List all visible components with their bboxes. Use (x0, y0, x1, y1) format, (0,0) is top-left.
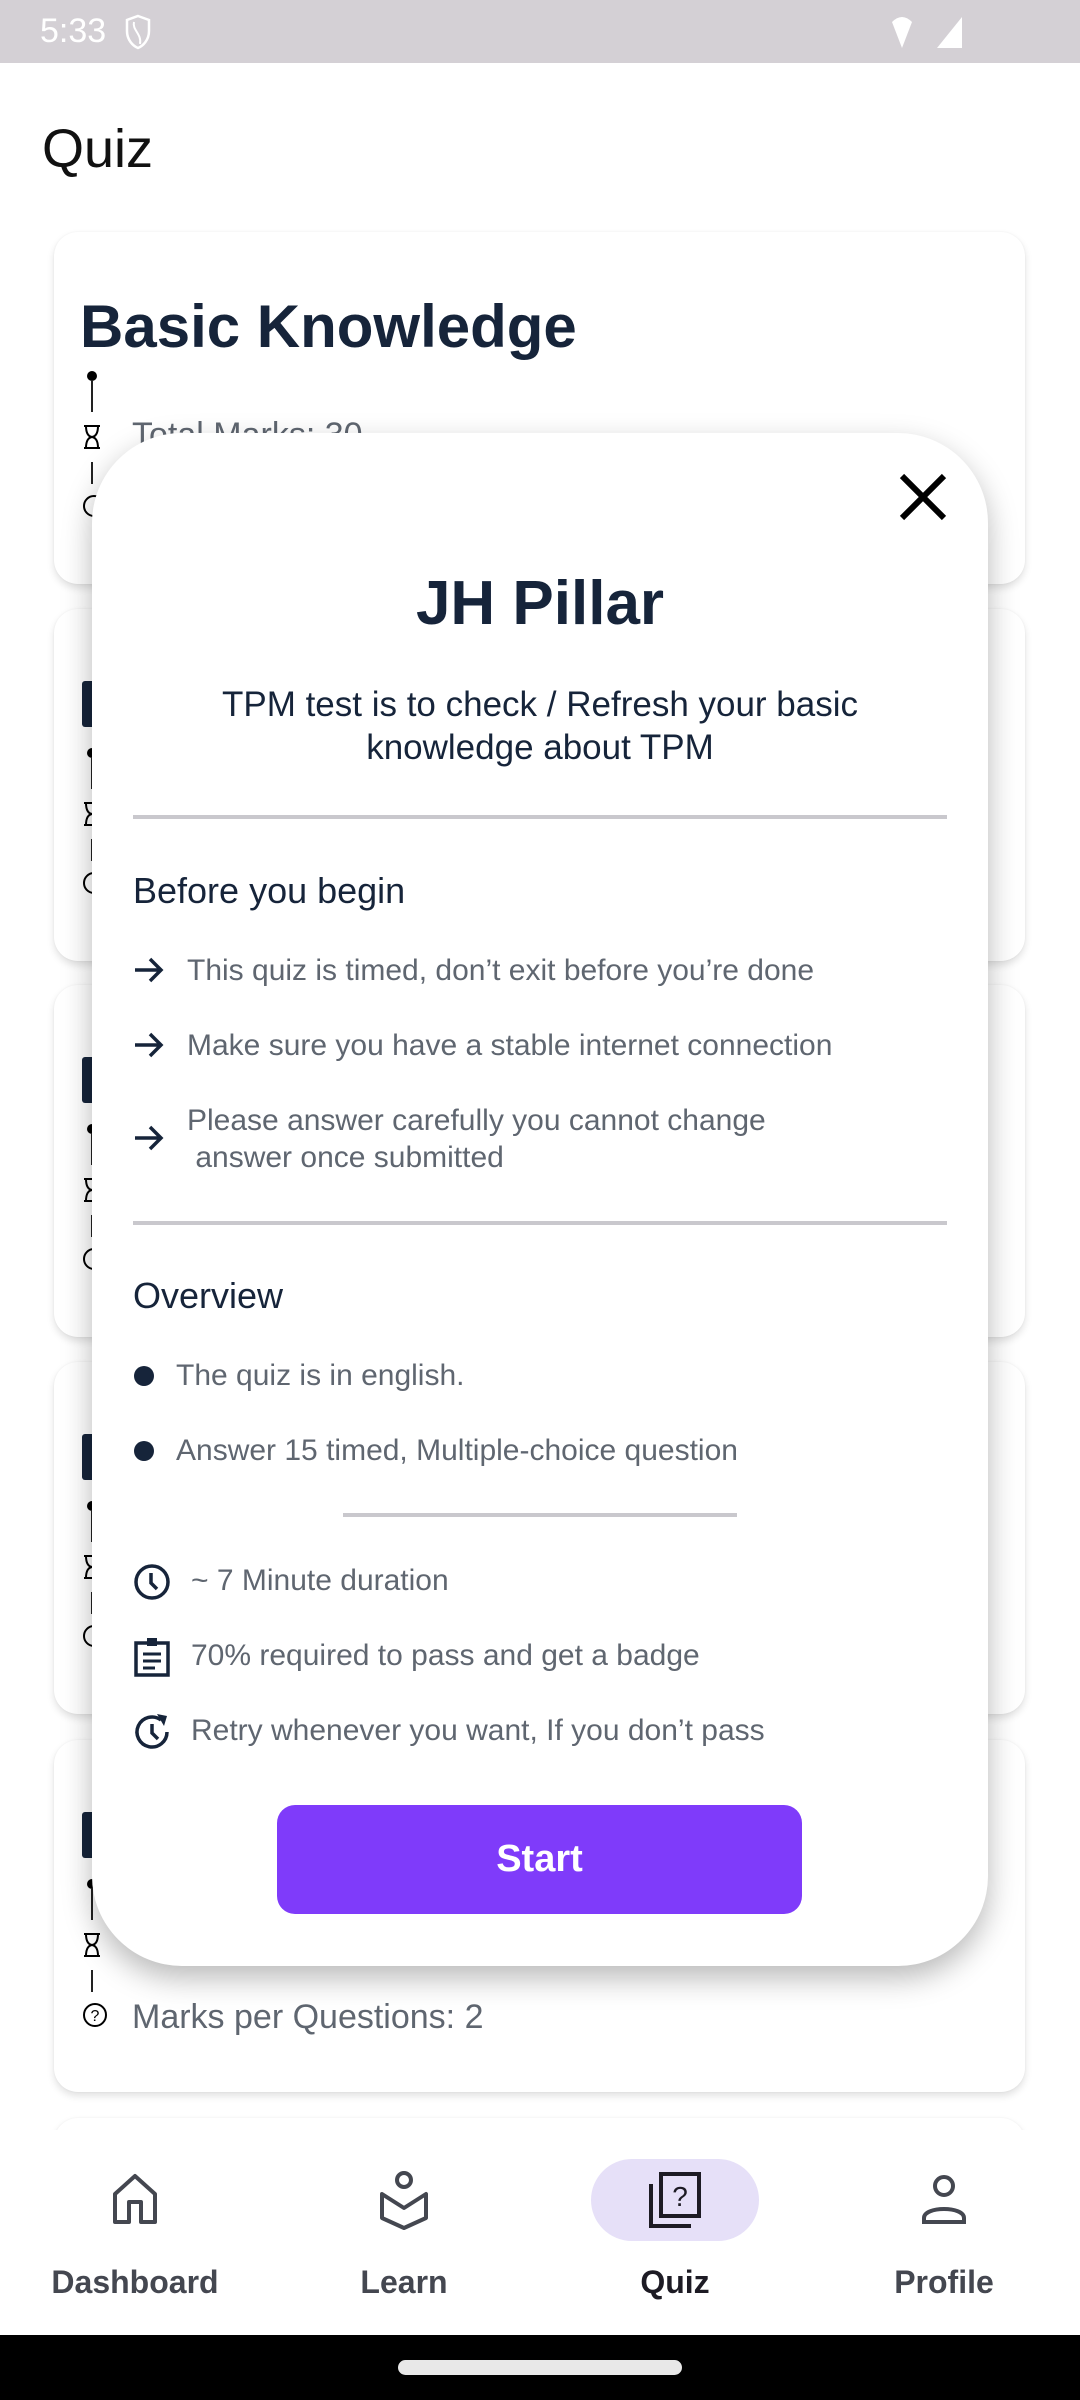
divider (133, 1221, 947, 1225)
quiz-icon: ? (649, 2172, 701, 2228)
home-gesture-handle[interactable] (398, 2360, 682, 2375)
wifi-signal-icon (892, 17, 962, 48)
tab-learn[interactable]: Learn (294, 2150, 514, 2330)
bullet-icon (134, 1441, 154, 1461)
hourglass-icon (84, 1933, 100, 1957)
home-icon (113, 2174, 157, 2224)
pin-icon (87, 371, 97, 412)
dialog-title: JH Pillar (415, 569, 665, 638)
divider (343, 1513, 737, 1517)
bullet-icon (134, 1366, 154, 1386)
start-button[interactable]: Start (277, 1805, 802, 1914)
svg-text:?: ? (672, 2181, 688, 2212)
svg-text:?: ? (91, 2008, 100, 2025)
status-time: 5:33 (40, 12, 107, 50)
marks-per-question: Marks per Questions: 2 (132, 1998, 484, 2036)
tab-quiz[interactable]: ? Quiz (565, 2150, 785, 2330)
overview-heading: Overview (133, 1275, 284, 1316)
divider (133, 815, 947, 819)
shield-icon (125, 14, 151, 50)
close-icon[interactable] (896, 470, 950, 524)
clock-icon (134, 1564, 170, 1600)
page-title: Quiz (42, 119, 154, 179)
arrow-right-icon (135, 1125, 164, 1151)
before-heading: Before you begin (133, 870, 406, 911)
tab-profile[interactable]: Profile (834, 2150, 1054, 2330)
separator (91, 1970, 93, 1992)
separator (91, 462, 93, 484)
clipboard-icon (134, 1638, 170, 1677)
arrow-right-icon (135, 957, 164, 983)
dialog-description: TPM test is to check / Refresh your basi… (221, 685, 859, 767)
hourglass-icon (84, 425, 100, 449)
tab-dashboard[interactable]: Dashboard (25, 2150, 245, 2330)
learn-icon (380, 2171, 428, 2230)
help-circle-icon: ? (83, 2003, 107, 2027)
profile-icon (922, 2175, 966, 2224)
retry-icon (135, 1714, 169, 1749)
status-bar: 5:33 (0, 0, 1080, 63)
arrow-right-icon (135, 1032, 164, 1058)
quiz-card-title: Basic Knowledge (80, 293, 577, 360)
